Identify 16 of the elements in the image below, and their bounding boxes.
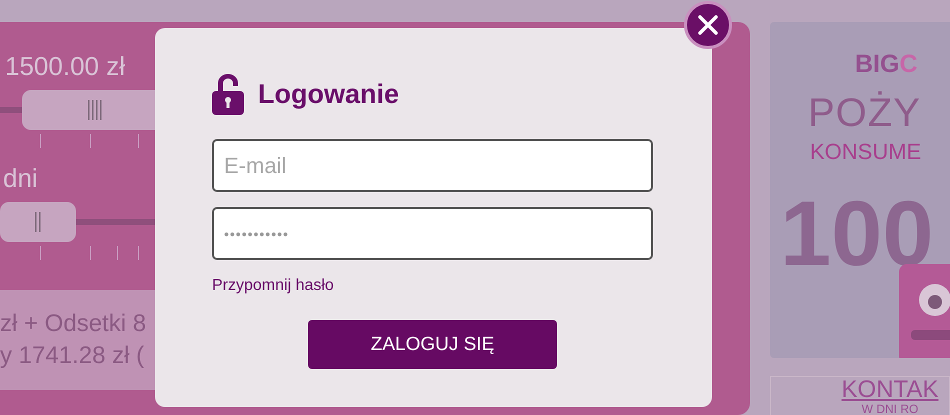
amount-value: 1500.00 zł: [5, 50, 125, 82]
hours-text: W DNI RO: [862, 403, 918, 415]
slider-thumb[interactable]: [0, 202, 76, 242]
contact-link[interactable]: KONTAK: [842, 377, 938, 403]
remind-password-link[interactable]: Przypomnij hasło: [212, 277, 334, 295]
summary-text: zł + Odsetki 8: [0, 310, 148, 338]
banner-subline: KONSUME: [810, 140, 922, 164]
close-button[interactable]: [684, 1, 732, 49]
banner-headline: POŻY: [808, 92, 921, 134]
email-field[interactable]: E-mail: [212, 139, 653, 192]
password-field[interactable]: •••••••••••: [212, 207, 653, 260]
login-button[interactable]: ZALOGUJ SIĘ: [308, 320, 557, 369]
days-label: dni: [3, 162, 38, 194]
close-icon: [698, 15, 718, 35]
lock-icon: [212, 74, 244, 115]
dialog-title: Logowanie: [258, 79, 399, 110]
